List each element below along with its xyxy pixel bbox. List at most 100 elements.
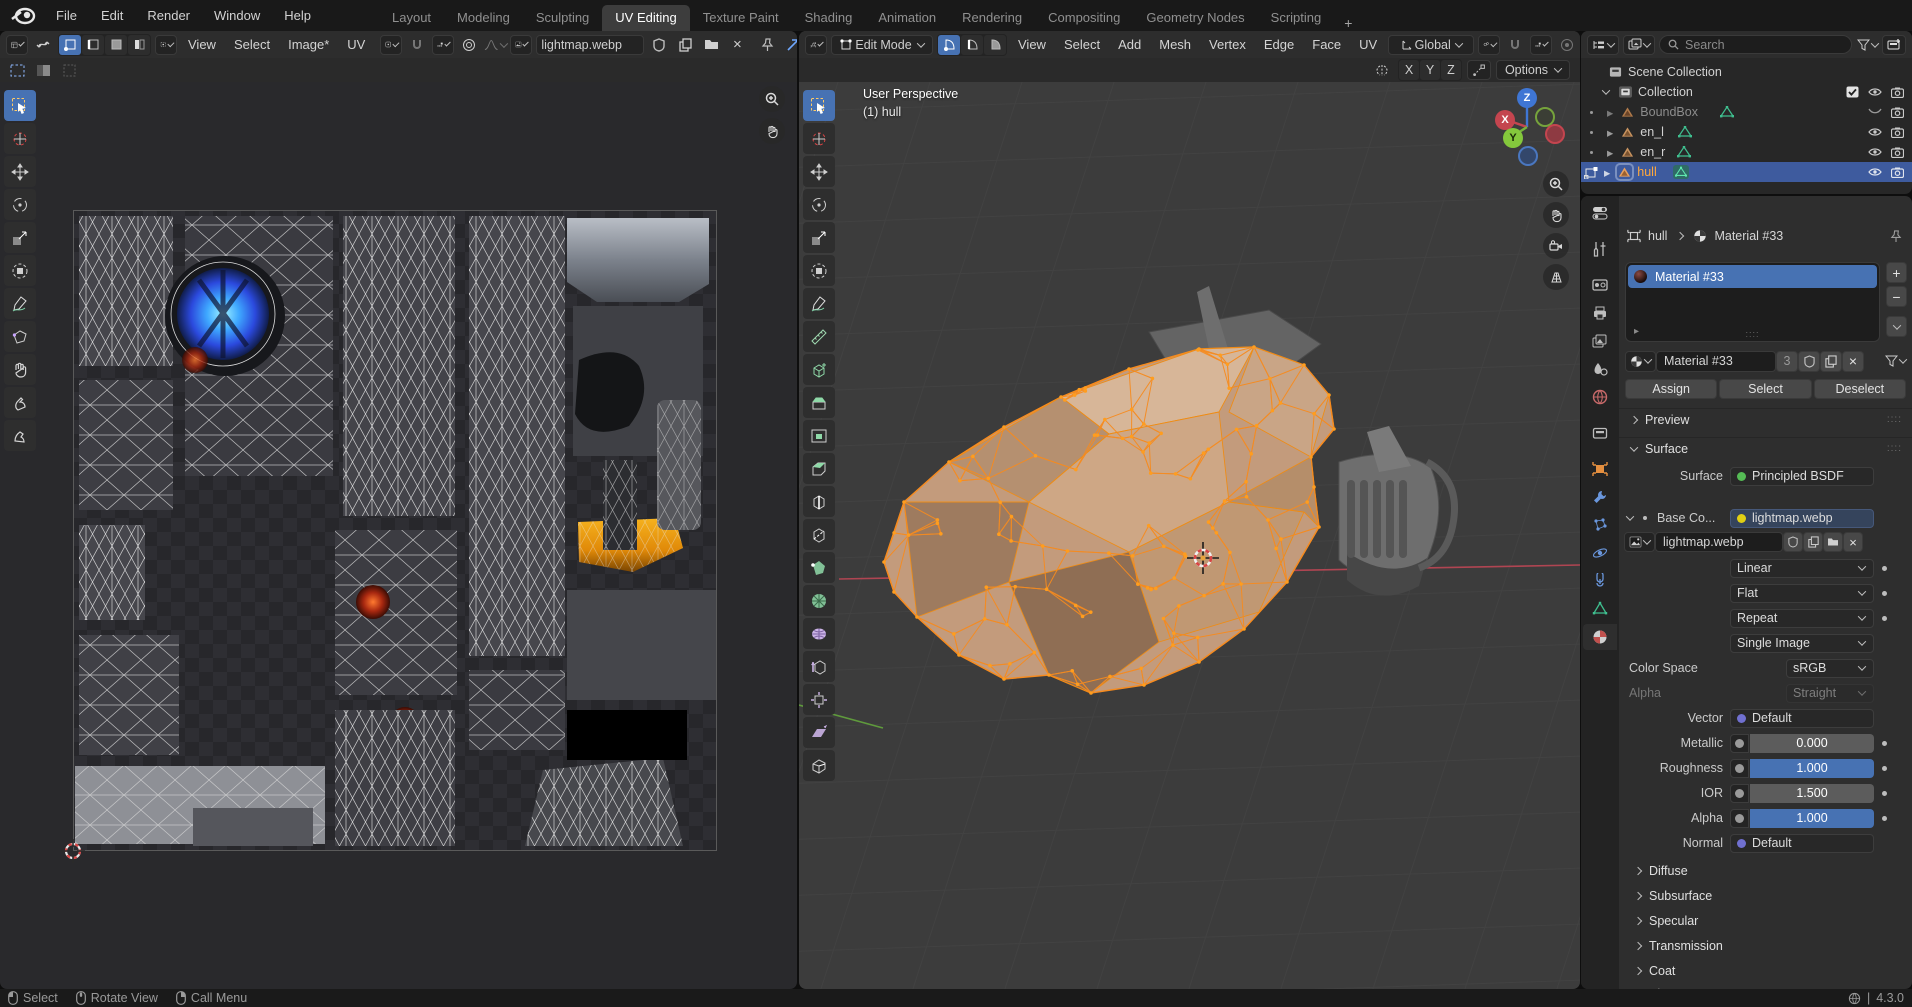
tab-object-data[interactable] — [1585, 596, 1615, 622]
vp-tool-cursor[interactable] — [803, 123, 835, 154]
gizmo-x-negative[interactable] — [1545, 124, 1565, 144]
vp-tool-inset-faces[interactable] — [803, 420, 835, 451]
vp-pan-button[interactable] — [1543, 202, 1569, 228]
tab-animation[interactable]: Animation — [865, 5, 949, 31]
new-material-copy-button[interactable] — [1820, 351, 1842, 372]
uv-sync-selection-toggle[interactable] — [32, 35, 54, 55]
material-name-field[interactable]: Material #33 — [1656, 351, 1776, 372]
uv-select-edge-button[interactable] — [82, 35, 104, 55]
pin-icon[interactable] — [756, 35, 778, 55]
browse-image-dropdown[interactable] — [1624, 532, 1655, 552]
camera-render-icon[interactable] — [1891, 127, 1904, 138]
outliner-search-input[interactable]: Search — [1659, 35, 1852, 54]
vp-tool-scale[interactable] — [803, 222, 835, 253]
vp-tool-shrink-fatten[interactable] — [803, 684, 835, 715]
uv-select-island-button[interactable] — [128, 35, 150, 55]
uv-pan-button[interactable] — [759, 118, 785, 144]
gizmo-z-negative[interactable] — [1518, 146, 1538, 166]
vp-menu-mesh[interactable]: Mesh — [1152, 37, 1198, 52]
menu-edit[interactable]: Edit — [89, 0, 135, 31]
menu-help[interactable]: Help — [272, 0, 323, 31]
properties-editor-type-dropdown[interactable] — [1585, 200, 1615, 226]
surface-shader-field[interactable]: Principled BSDF — [1730, 467, 1874, 486]
vp-menu-face[interactable]: Face — [1305, 37, 1348, 52]
uv-menu-uv[interactable]: UV — [340, 37, 372, 52]
tab-rendering[interactable]: Rendering — [949, 5, 1035, 31]
tab-layout[interactable]: Layout — [379, 5, 444, 31]
unlink-material-button[interactable]: × — [1842, 351, 1864, 372]
tab-compositing[interactable]: Compositing — [1035, 5, 1133, 31]
base-color-link-field[interactable]: lightmap.webp — [1730, 509, 1874, 528]
preview-panel-header[interactable]: Preview:::: — [1619, 408, 1912, 430]
network-globe-icon[interactable] — [1848, 992, 1861, 1005]
vp-tool-smooth[interactable] — [803, 618, 835, 649]
tab-object[interactable] — [1585, 456, 1615, 482]
uv-image-canvas[interactable] — [73, 210, 717, 851]
tab-texture-paint[interactable]: Texture Paint — [690, 5, 792, 31]
uv-menu-view[interactable]: View — [181, 37, 223, 52]
mirror-icon[interactable] — [1371, 60, 1393, 80]
uv-snap-with-dropdown[interactable] — [432, 35, 454, 55]
vp-tool-rip-region[interactable] — [803, 750, 835, 781]
outliner-row-en-r[interactable]: ▸ en_r — [1581, 142, 1912, 162]
vp-tool-select-box[interactable] — [803, 90, 835, 121]
interpolation-dropdown[interactable]: Linear — [1730, 559, 1874, 578]
uv-snap-toggle[interactable] — [406, 35, 428, 55]
image-unlink-close-icon[interactable]: × — [726, 35, 748, 55]
material-users-count-button[interactable]: 3 — [1776, 351, 1798, 372]
tab-collection[interactable] — [1585, 420, 1615, 446]
vp-tool-loop-cut[interactable] — [803, 486, 835, 517]
vp-menu-edge[interactable]: Edge — [1257, 37, 1301, 52]
assign-button[interactable]: Assign — [1625, 379, 1717, 399]
mirror-x-button[interactable]: X — [1399, 60, 1419, 80]
camera-render-icon[interactable] — [1891, 167, 1904, 178]
expand-icon[interactable]: ▸ — [1607, 125, 1613, 140]
specular-panel-header[interactable]: Specular — [1619, 910, 1912, 932]
outliner-filter-funnel-dropdown[interactable] — [1856, 35, 1878, 55]
outliner-filter-id-dropdown[interactable] — [1623, 35, 1655, 55]
image-name-field[interactable]: lightmap.webp — [536, 35, 644, 55]
viewport-canvas[interactable] — [799, 82, 1580, 989]
pin-icon[interactable] — [1890, 230, 1902, 243]
subsurface-panel-header[interactable]: Subsurface — [1619, 885, 1912, 907]
vp-tool-edge-slide[interactable] — [803, 651, 835, 682]
alpha-slider[interactable]: 1.000 — [1750, 809, 1874, 828]
sync-corner-arrow-icon[interactable] — [782, 35, 797, 55]
mode-dropdown[interactable]: Edit Mode — [831, 35, 933, 55]
add-material-slot-button[interactable]: + — [1886, 262, 1907, 283]
diffuse-panel-header[interactable]: Diffuse — [1619, 860, 1912, 882]
surface-panel-header[interactable]: Surface:::: — [1619, 437, 1912, 459]
uv-extra-overlay-icon[interactable] — [58, 60, 80, 80]
tab-render[interactable] — [1585, 272, 1615, 298]
outliner-row-en-l[interactable]: ▸ en_l — [1581, 122, 1912, 142]
camera-render-icon[interactable] — [1891, 147, 1904, 158]
uv-menu-image[interactable]: Image* — [281, 37, 336, 52]
editor-type-dropdown[interactable] — [6, 35, 28, 55]
tab-modifiers[interactable] — [1585, 484, 1615, 510]
vp-proportional-edit-toggle[interactable] — [1556, 35, 1578, 55]
outliner-row-collection[interactable]: Collection — [1581, 82, 1912, 102]
uv-sticky-mode-dropdown[interactable] — [155, 35, 177, 55]
uv-tool-grab[interactable] — [4, 354, 36, 385]
vp-tool-transform[interactable] — [803, 255, 835, 286]
metallic-socket[interactable] — [1730, 734, 1749, 753]
tab-physics[interactable] — [1585, 540, 1615, 566]
uv-tool-rip-region[interactable] — [4, 321, 36, 352]
tab-constraints[interactable] — [1585, 568, 1615, 594]
image-open-folder-icon[interactable] — [700, 35, 722, 55]
uv-tool-cursor[interactable] — [4, 123, 36, 154]
uv-overlay-box-icon[interactable] — [6, 60, 28, 80]
uv-display-box-icon[interactable] — [32, 60, 54, 80]
image-fake-user-shield-icon[interactable] — [648, 35, 670, 55]
transmission-panel-header[interactable]: Transmission — [1619, 935, 1912, 957]
extension-dropdown[interactable]: Repeat — [1730, 609, 1874, 628]
vp-camera-view-button[interactable] — [1543, 233, 1569, 259]
eye-icon[interactable] — [1868, 87, 1882, 97]
breadcrumb-object[interactable]: hull — [1648, 229, 1667, 243]
deselect-button[interactable]: Deselect — [1814, 379, 1906, 399]
add-workspace-button[interactable]: + — [1334, 15, 1362, 31]
menu-window[interactable]: Window — [202, 0, 272, 31]
tab-tool[interactable] — [1585, 236, 1615, 262]
base-color-collapse-icon[interactable] — [1626, 512, 1634, 520]
vp-tool-move[interactable] — [803, 156, 835, 187]
